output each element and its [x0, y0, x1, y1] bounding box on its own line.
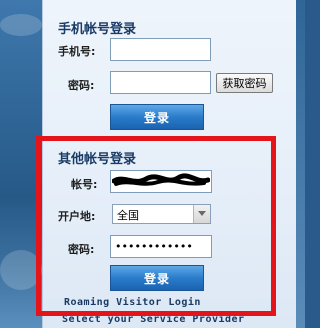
phone-password-label: 密码: — [68, 79, 95, 92]
background-edge — [295, 0, 305, 328]
phone-number-label: 手机号: — [58, 45, 96, 58]
get-password-button[interactable]: 获取密码 — [216, 73, 273, 93]
phone-password-input[interactable] — [110, 71, 211, 94]
phone-login-button[interactable]: 登录 — [110, 104, 204, 130]
cloud-decoration — [0, 14, 42, 36]
phone-number-input[interactable] — [110, 38, 211, 61]
highlight-box — [36, 136, 276, 316]
phone-login-title: 手机帐号登录 — [58, 22, 137, 37]
